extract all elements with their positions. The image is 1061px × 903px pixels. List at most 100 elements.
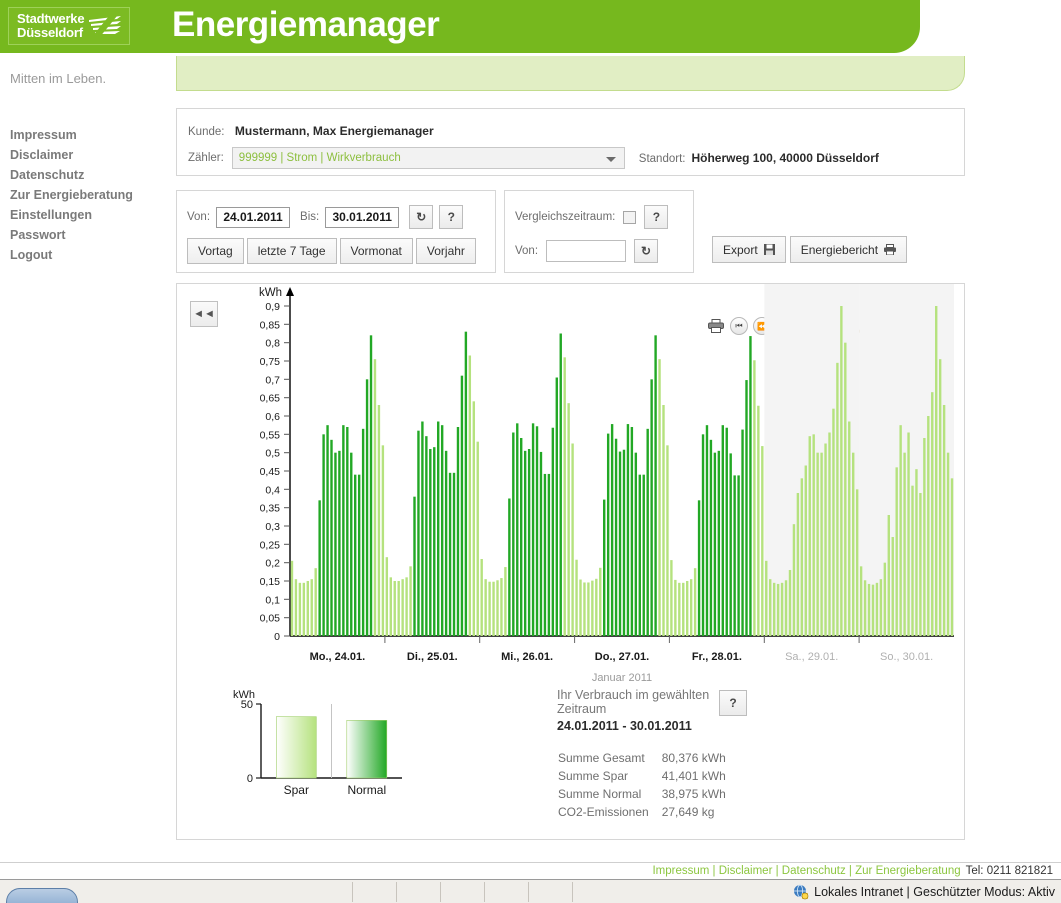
chart-bar bbox=[658, 359, 661, 636]
statusbar-divider bbox=[528, 882, 529, 902]
meter-select[interactable]: 999999 | Strom | Wirkverbrauch bbox=[231, 147, 625, 169]
export-button[interactable]: Export bbox=[712, 236, 786, 263]
quick-range-vortag[interactable]: Vortag bbox=[187, 238, 244, 264]
chart-bar bbox=[796, 493, 800, 636]
chart-bar bbox=[606, 433, 610, 636]
page-title: Energiemanager bbox=[172, 5, 440, 44]
bis-label: Bis: bbox=[300, 211, 320, 223]
summary-row: Summe Gesamt 80,376 kWh bbox=[557, 750, 727, 768]
refresh-icon[interactable]: ↻ bbox=[409, 205, 434, 229]
sidebar-item-passwort[interactable]: Passwort bbox=[0, 225, 176, 245]
logo[interactable]: Stadtwerke Düsseldorf bbox=[8, 7, 130, 45]
chart-bar bbox=[361, 428, 365, 636]
chart-bar bbox=[911, 485, 914, 636]
chart-bar bbox=[354, 474, 357, 636]
summary-heading-line1: Ihr Verbrauch im gewählten bbox=[557, 688, 710, 702]
summary-section: kWh 50 0 Spar Normal Ihr Verbrauch im gewähl… bbox=[217, 688, 957, 828]
chart-bar bbox=[563, 357, 566, 636]
chart-bar bbox=[950, 478, 954, 636]
chart-bar bbox=[923, 438, 926, 636]
chart-bar bbox=[792, 524, 796, 636]
footer-telephone: Tel: 0211 821821 bbox=[965, 865, 1053, 877]
y-tick-label: 0 bbox=[274, 631, 280, 643]
chart-bar bbox=[310, 579, 313, 636]
chart-bar bbox=[741, 429, 744, 636]
summary-row: Summe Normal 38,975 kWh bbox=[557, 786, 727, 804]
kunde-value: Mustermann, Max Energiemanager bbox=[234, 124, 434, 138]
date-help-button[interactable]: ? bbox=[439, 205, 464, 229]
consumption-bar-chart[interactable]: 0 0,05 0,1 0,15 0,2 0,25 0,3 0,35 0,4 0,45 0,5 0,55… bbox=[177, 284, 966, 684]
chart-bar bbox=[437, 421, 440, 636]
summary-bar-chart: kWh 50 0 Spar Normal bbox=[217, 688, 477, 813]
sidebar-item-logout[interactable]: Logout bbox=[0, 245, 176, 265]
chart-bar bbox=[701, 434, 705, 636]
quick-range-vormonat[interactable]: Vormonat bbox=[339, 238, 413, 264]
chart-bar bbox=[385, 557, 389, 636]
footer-separator: | bbox=[772, 865, 782, 877]
summary-help-button[interactable]: ? bbox=[719, 690, 747, 716]
y-tick-label: 0,5 bbox=[265, 448, 280, 460]
summary-y-tick-label: 50 bbox=[241, 699, 253, 711]
chart-bar bbox=[476, 441, 479, 636]
customer-row: Kunde: Mustermann, Max Energiemanager bbox=[188, 122, 434, 140]
compare-help-button[interactable]: ? bbox=[644, 205, 669, 229]
chart-bar bbox=[859, 566, 863, 636]
bis-date-input[interactable] bbox=[325, 206, 400, 228]
chart-bar bbox=[610, 424, 614, 636]
quick-range-letzte-7-tage[interactable]: letzte 7 Tage bbox=[246, 238, 337, 264]
chart-bar bbox=[326, 425, 329, 636]
chart-bar bbox=[504, 567, 507, 636]
summary-row: Summe Spar 41,401 kWh bbox=[557, 768, 727, 786]
y-tick-label: 0,15 bbox=[260, 576, 281, 588]
chart-bar bbox=[334, 452, 337, 636]
sidebar-item-disclaimer[interactable]: Disclaimer bbox=[0, 145, 176, 165]
chart-bar bbox=[824, 443, 827, 636]
chart-bar bbox=[812, 434, 815, 636]
compare-refresh-icon[interactable]: ↻ bbox=[634, 239, 659, 263]
sidebar-item-impressum[interactable]: Impressum bbox=[0, 125, 176, 145]
wave-lines-logo-icon bbox=[89, 16, 121, 38]
energiebericht-button[interactable]: Energiebericht bbox=[789, 236, 908, 263]
chart-bar bbox=[808, 436, 811, 636]
chart-bar bbox=[290, 560, 294, 636]
chart-bar bbox=[820, 452, 823, 636]
chart-bar bbox=[686, 581, 689, 636]
chart-bar bbox=[440, 425, 444, 636]
footer-link-disclaimer[interactable]: Disclaimer bbox=[719, 865, 773, 877]
statusbar-text: Lokales Intranet | Geschützter Modus: Ak… bbox=[814, 884, 1055, 899]
taskbar-tab[interactable] bbox=[6, 888, 78, 903]
date-range-panel: Von: Bis: ↻ ? Vortag letzte 7 Tage Vormo… bbox=[176, 190, 496, 273]
chart-bar bbox=[429, 449, 432, 636]
x-tick-label: Di., 25.01. bbox=[407, 651, 458, 663]
summary-bar-label: Spar bbox=[284, 783, 309, 797]
chart-bar bbox=[634, 452, 638, 636]
footer-link-datenschutz[interactable]: Datenschutz bbox=[782, 865, 846, 877]
x-tick-label: Do., 27.01. bbox=[595, 651, 649, 663]
von-label: Von: bbox=[187, 211, 211, 223]
chart-bar bbox=[670, 560, 673, 636]
compare-von-input[interactable] bbox=[546, 240, 627, 262]
y-tick-label: 0,35 bbox=[260, 503, 281, 515]
x-tick-label: Fr., 28.01. bbox=[692, 651, 742, 663]
chart-bar bbox=[603, 499, 606, 636]
chart-bar bbox=[448, 472, 452, 636]
y-tick-label: 0,45 bbox=[260, 466, 281, 478]
chart-bar bbox=[579, 579, 582, 636]
sidebar-item-energieberatung[interactable]: Zur Energieberatung bbox=[0, 185, 176, 205]
chart-bar bbox=[417, 430, 420, 636]
chart-bar bbox=[713, 452, 717, 636]
export-label: Export bbox=[723, 242, 758, 257]
chart-bar bbox=[444, 450, 448, 636]
summary-y-tick-label: 0 bbox=[247, 773, 253, 785]
x-axis-title: Januar 2011 bbox=[592, 672, 652, 684]
von-date-input[interactable] bbox=[216, 206, 291, 228]
sidebar-item-einstellungen[interactable]: Einstellungen bbox=[0, 205, 176, 225]
sidebar-item-datenschutz[interactable]: Datenschutz bbox=[0, 165, 176, 185]
chart-bar bbox=[693, 568, 697, 636]
quick-range-vorjahr[interactable]: Vorjahr bbox=[415, 238, 476, 264]
summary-heading-line2: Zeitraum bbox=[557, 702, 607, 716]
footer-link-energieberatung[interactable]: Zur Energieberatung bbox=[855, 865, 960, 877]
footer-link-impressum[interactable]: Impressum bbox=[652, 865, 709, 877]
compare-checkbox[interactable] bbox=[623, 210, 637, 224]
chart-bar bbox=[863, 580, 867, 636]
